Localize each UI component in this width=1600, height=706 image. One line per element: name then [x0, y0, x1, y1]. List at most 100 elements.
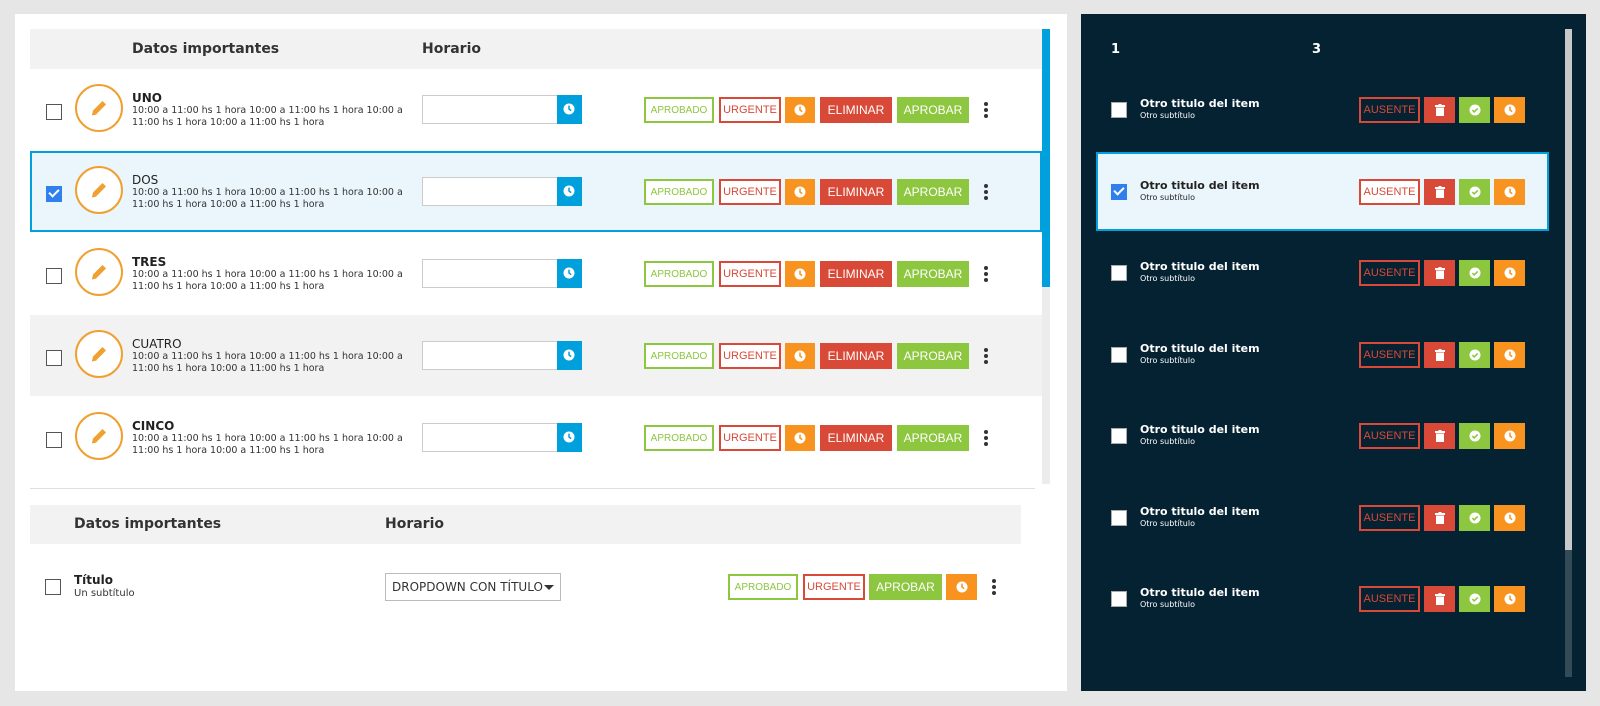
time-picker-button[interactable]: [557, 341, 582, 370]
main-list-row[interactable]: CUATRO 10:00 a 11:00 hs 1 hora 10:00 a 11…: [30, 315, 1042, 396]
confirm-button[interactable]: [1459, 97, 1490, 123]
schedule-button[interactable]: [1494, 341, 1525, 368]
more-options-button[interactable]: [981, 265, 991, 283]
main-list-scrollbar[interactable]: [1042, 29, 1050, 484]
side-list-row[interactable]: Otro titulo del item Otro subtítulo AUSENT…: [1096, 70, 1549, 149]
edit-button[interactable]: [75, 330, 123, 378]
absent-button[interactable]: AUSENTE: [1359, 97, 1420, 123]
row-checkbox[interactable]: [46, 432, 62, 448]
urgent-button[interactable]: URGENTE: [719, 97, 781, 123]
row-checkbox[interactable]: [1111, 509, 1127, 526]
schedule-button[interactable]: [785, 261, 815, 287]
approve-button[interactable]: APROBAR: [897, 425, 969, 451]
absent-button[interactable]: AUSENTE: [1359, 260, 1420, 286]
time-input[interactable]: [422, 95, 558, 124]
approve-button[interactable]: APROBAR: [897, 261, 969, 287]
confirm-button[interactable]: [1459, 260, 1490, 286]
main-list-scrollbar-thumb[interactable]: [1042, 29, 1050, 287]
more-options-button[interactable]: [981, 347, 991, 365]
time-input[interactable]: [422, 259, 558, 288]
row-checkbox[interactable]: [1111, 183, 1127, 200]
confirm-button[interactable]: [1459, 341, 1490, 368]
time-picker-button[interactable]: [557, 423, 582, 452]
schedule-button[interactable]: [1494, 504, 1525, 531]
time-picker-button[interactable]: [557, 95, 582, 124]
urgent-button[interactable]: URGENTE: [719, 343, 781, 369]
absent-button[interactable]: AUSENTE: [1359, 504, 1420, 531]
delete-button[interactable]: [1424, 260, 1455, 286]
delete-button[interactable]: ELIMINAR: [820, 425, 892, 451]
urgent-button[interactable]: URGENTE: [719, 179, 781, 205]
confirm-button[interactable]: [1459, 178, 1490, 205]
delete-button[interactable]: [1424, 423, 1455, 449]
approved-status-button[interactable]: APROBADO: [728, 574, 798, 600]
urgent-button[interactable]: URGENTE: [803, 574, 865, 600]
time-picker-button[interactable]: [557, 177, 582, 206]
urgent-button[interactable]: URGENTE: [719, 261, 781, 287]
approved-status-button[interactable]: APROBADO: [644, 261, 714, 287]
absent-button[interactable]: AUSENTE: [1359, 586, 1420, 612]
side-list-scrollbar-thumb[interactable]: [1565, 29, 1572, 550]
delete-button[interactable]: ELIMINAR: [820, 97, 892, 123]
time-input[interactable]: [422, 177, 558, 206]
time-picker-button[interactable]: [557, 259, 582, 288]
side-list-row[interactable]: Otro titulo del item Otro subtítulo AUSENT…: [1096, 478, 1549, 557]
delete-button[interactable]: ELIMINAR: [820, 343, 892, 369]
more-options-button[interactable]: [981, 429, 991, 447]
approved-status-button[interactable]: APROBADO: [644, 343, 714, 369]
edit-button[interactable]: [75, 84, 123, 132]
edit-button[interactable]: [75, 412, 123, 460]
row-checkbox[interactable]: [1111, 346, 1127, 363]
schedule-button[interactable]: [785, 425, 815, 451]
schedule-button[interactable]: [785, 97, 815, 123]
schedule-button[interactable]: [1494, 97, 1525, 123]
approve-button[interactable]: APROBAR: [869, 574, 942, 600]
absent-button[interactable]: AUSENTE: [1359, 423, 1420, 449]
approve-button[interactable]: APROBAR: [897, 343, 969, 369]
approved-status-button[interactable]: APROBADO: [644, 97, 714, 123]
absent-button[interactable]: AUSENTE: [1359, 178, 1420, 205]
delete-button[interactable]: [1424, 586, 1455, 612]
main-list-row[interactable]: CINCO 10:00 a 11:00 hs 1 hora 10:00 a 11:…: [30, 397, 1042, 478]
schedule-button[interactable]: [1494, 586, 1525, 612]
side-list-row[interactable]: Otro titulo del item Otro subtítulo AUSENT…: [1096, 559, 1549, 638]
side-list-row[interactable]: Otro titulo del item Otro subtítulo AUSENT…: [1096, 233, 1549, 312]
schedule-dropdown[interactable]: DROPDOWN CON TÍTULO: [385, 573, 561, 601]
approved-status-button[interactable]: APROBADO: [644, 425, 714, 451]
approve-button[interactable]: APROBAR: [897, 97, 969, 123]
schedule-button[interactable]: [785, 179, 815, 205]
delete-button[interactable]: ELIMINAR: [820, 179, 892, 205]
edit-button[interactable]: [75, 248, 123, 296]
confirm-button[interactable]: [1459, 586, 1490, 612]
schedule-button[interactable]: [785, 343, 815, 369]
more-options-button[interactable]: [981, 101, 991, 119]
approve-button[interactable]: APROBAR: [897, 179, 969, 205]
side-list-scrollbar[interactable]: [1565, 29, 1572, 677]
more-options-button[interactable]: [981, 183, 991, 201]
row-checkbox[interactable]: [1111, 102, 1127, 118]
confirm-button[interactable]: [1459, 423, 1490, 449]
more-options-button[interactable]: [989, 578, 999, 596]
absent-button[interactable]: AUSENTE: [1359, 341, 1420, 368]
delete-button[interactable]: [1424, 341, 1455, 368]
main-list-row[interactable]: UNO 10:00 a 11:00 hs 1 hora 10:00 a 11:00…: [30, 69, 1042, 150]
delete-button[interactable]: ELIMINAR: [820, 261, 892, 287]
row-checkbox[interactable]: [46, 268, 62, 284]
row-checkbox[interactable]: [46, 104, 62, 120]
schedule-button[interactable]: [1494, 178, 1525, 205]
delete-button[interactable]: [1424, 97, 1455, 123]
row-checkbox[interactable]: [46, 350, 62, 366]
row-checkbox[interactable]: [1111, 265, 1127, 281]
schedule-button[interactable]: [1494, 423, 1525, 449]
delete-button[interactable]: [1424, 504, 1455, 531]
side-list-row[interactable]: Otro titulo del item Otro subtítulo AUSENT…: [1096, 315, 1549, 394]
main-list-row[interactable]: DOS 10:00 a 11:00 hs 1 hora 10:00 a 11:00…: [30, 151, 1042, 232]
time-input[interactable]: [422, 423, 558, 452]
edit-button[interactable]: [75, 166, 123, 214]
delete-button[interactable]: [1424, 178, 1455, 205]
row-checkbox[interactable]: [1111, 428, 1127, 444]
approved-status-button[interactable]: APROBADO: [644, 179, 714, 205]
urgent-button[interactable]: URGENTE: [719, 425, 781, 451]
second-row-checkbox[interactable]: [45, 579, 61, 595]
side-list-row[interactable]: Otro titulo del item Otro subtítulo AUSENT…: [1096, 396, 1549, 475]
